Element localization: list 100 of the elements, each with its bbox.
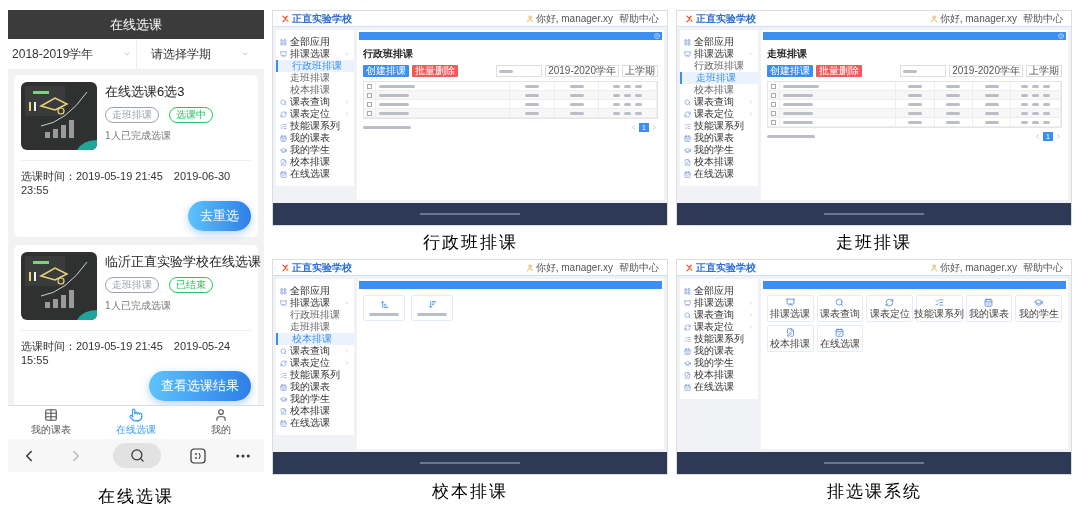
sidebar-item[interactable]: 校本排课 <box>276 156 354 168</box>
sidebar-subitem[interactable]: 行政班排课 <box>276 309 354 321</box>
app-tile[interactable]: 技能课系列 <box>916 295 963 322</box>
sidebar-subitem[interactable]: 走班排课 <box>276 72 354 84</box>
sidebar-item[interactable]: 全部应用 <box>276 285 354 297</box>
help-icon[interactable] <box>654 33 660 39</box>
checkbox[interactable] <box>771 83 776 89</box>
sidebar-subitem[interactable]: 走班排课 <box>276 321 354 333</box>
select-field[interactable]: 2019-2020学年 <box>545 65 619 77</box>
sidebar-item[interactable]: 课表查询 <box>680 309 758 321</box>
blurred-text <box>525 84 540 88</box>
blurred-text <box>907 93 922 97</box>
sidebar-item[interactable]: 课表定位 <box>276 357 354 369</box>
sidebar-item[interactable]: 全部应用 <box>680 36 758 48</box>
app-tile-icon <box>835 328 845 337</box>
help-link[interactable]: 帮助中心 <box>1023 261 1063 274</box>
menu-item-icon <box>684 323 691 331</box>
sidebar-item[interactable]: 技能课系列 <box>680 120 758 132</box>
tab-bar-item[interactable]: 我的 <box>178 406 264 439</box>
next-page-icon[interactable] <box>1055 133 1062 140</box>
sidebar-item[interactable]: 我的课表 <box>680 132 758 144</box>
sidebar-item[interactable]: 校本排课 <box>680 369 758 381</box>
help-link[interactable]: 帮助中心 <box>619 12 659 25</box>
previous-page-icon[interactable] <box>630 124 638 131</box>
sidebar-item[interactable]: 技能课系列 <box>276 369 354 381</box>
blurred-text <box>379 93 409 97</box>
smile-square-icon[interactable] <box>189 447 206 464</box>
sidebar-subitem[interactable]: 校本排课 <box>680 84 758 96</box>
app-tile[interactable]: 在线选课 <box>816 325 864 352</box>
previous-page-icon[interactable] <box>1034 133 1042 140</box>
next-page-icon[interactable] <box>651 124 658 131</box>
sidebar-item[interactable]: 在线选课 <box>276 168 354 180</box>
app-tile[interactable]: 我的课表 <box>965 295 1013 322</box>
search-button[interactable] <box>113 443 161 468</box>
sidebar-item[interactable]: 课表定位 <box>680 108 758 120</box>
dropdown-caret-icon <box>123 50 132 58</box>
sidebar-item[interactable]: 课表查询 <box>276 345 354 357</box>
sidebar-item[interactable]: 课表查询 <box>680 96 758 108</box>
sidebar-item[interactable]: 我的课表 <box>276 381 354 393</box>
sidebar-item[interactable]: 我的学生 <box>276 393 354 405</box>
sidebar-subitem[interactable]: 校本排课 <box>276 84 354 96</box>
app-tile[interactable]: 课表查询 <box>816 295 864 322</box>
sidebar-item[interactable]: 我的学生 <box>680 357 758 369</box>
sidebar-item[interactable]: 排课选课 <box>276 48 354 60</box>
checkbox[interactable] <box>771 101 776 107</box>
sidebar-item[interactable]: 我的学生 <box>680 144 758 156</box>
app-tile-icon <box>934 298 944 307</box>
blurred-text <box>984 102 999 106</box>
blurred-text <box>946 93 961 97</box>
school-name: 正直实验学校 <box>292 13 352 24</box>
sidebar-item[interactable]: 我的课表 <box>276 132 354 144</box>
sidebar-item[interactable]: 排课选课 <box>680 297 758 309</box>
sidebar-item[interactable]: 在线选课 <box>680 381 758 393</box>
menu-item-icon <box>280 371 287 379</box>
checkbox[interactable] <box>771 119 776 125</box>
menu-item-icon <box>280 299 287 307</box>
app-tile[interactable]: 我的学生 <box>1015 295 1062 322</box>
sidebar-item[interactable]: 我的学生 <box>276 144 354 156</box>
help-link[interactable]: 帮助中心 <box>619 261 659 274</box>
checkbox[interactable] <box>771 110 776 116</box>
sidebar-item[interactable]: 排课选课 <box>680 48 758 60</box>
sort-tile[interactable] <box>411 295 453 321</box>
greeting: 你好, manager.xy <box>535 12 613 25</box>
sidebar-item[interactable]: 技能课系列 <box>276 120 354 132</box>
help-link[interactable]: 帮助中心 <box>1023 12 1063 25</box>
help-icon[interactable] <box>1058 33 1064 39</box>
sidebar-item[interactable]: 课表查询 <box>276 96 354 108</box>
sort-tile[interactable] <box>363 295 405 321</box>
filter-dropdown[interactable]: 2018-2019学年 <box>8 39 137 69</box>
sidebar-item[interactable]: 全部应用 <box>276 36 354 48</box>
checkbox[interactable] <box>367 101 372 107</box>
checkbox[interactable] <box>367 110 372 116</box>
sidebar-item[interactable]: 技能课系列 <box>680 333 758 345</box>
sidebar-item[interactable]: 我的课表 <box>680 345 758 357</box>
select-field[interactable] <box>900 65 947 77</box>
sidebar-item[interactable]: 课表定位 <box>276 108 354 120</box>
select-field[interactable]: 上学期 <box>622 65 658 77</box>
sidebar-subitem[interactable]: 行政班排课 <box>680 60 758 72</box>
app-tile[interactable]: 排课选课 <box>767 295 814 322</box>
sidebar-item[interactable]: 全部应用 <box>680 285 758 297</box>
sidebar-item[interactable]: 校本排课 <box>276 405 354 417</box>
sidebar-item[interactable]: 在线选课 <box>680 168 758 180</box>
app-tile[interactable]: 校本排课 <box>767 325 814 352</box>
app-tile-icon <box>835 298 845 307</box>
select-field[interactable]: 2019-2020学年 <box>949 65 1023 77</box>
tab-bar-item[interactable]: 我的课表 <box>8 406 94 439</box>
select-field[interactable]: 上学期 <box>1026 65 1062 77</box>
checkbox[interactable] <box>367 92 372 98</box>
sidebar-item[interactable]: 在线选课 <box>276 417 354 429</box>
menu-item-icon <box>684 371 691 379</box>
blurred-text <box>379 84 415 88</box>
checkbox[interactable] <box>367 83 372 89</box>
sidebar-item[interactable]: 校本排课 <box>680 156 758 168</box>
sidebar-item[interactable]: 课表定位 <box>680 321 758 333</box>
menu-item-icon <box>684 38 691 46</box>
checkbox[interactable] <box>771 92 776 98</box>
filter-dropdown[interactable]: 请选择学期 <box>136 39 264 69</box>
sidebar-item[interactable]: 排课选课 <box>276 297 354 309</box>
app-tile[interactable]: 课表定位 <box>866 295 913 322</box>
select-field[interactable] <box>496 65 543 77</box>
